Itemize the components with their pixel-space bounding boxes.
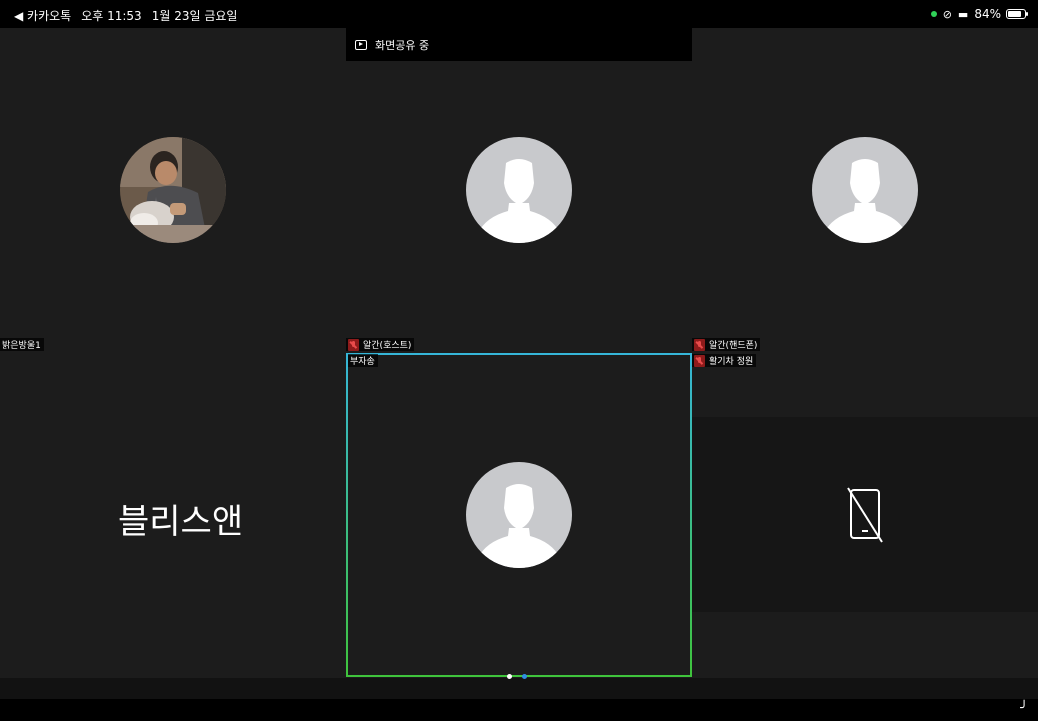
back-to-app-link[interactable]: ◀ 카카오톡 [14, 7, 71, 24]
participant-name: 활기차 정원 [709, 357, 754, 367]
link-icon: ⊘ [942, 7, 952, 21]
participant-name: 부자송 [350, 357, 375, 367]
participant-name-tag: 알간(핸드폰) [692, 338, 761, 351]
camera-in-use-indicator [930, 11, 937, 17]
status-bar: ◀ 카카오톡 오후 11:53 1월 23일 금요일 ⊘ ▬ 84% [0, 0, 1038, 28]
page-indicator[interactable] [507, 674, 537, 679]
mic-muted-icon [694, 354, 705, 367]
status-bar-right: ⊘ ▬ 84% [930, 7, 1028, 21]
participant-name-tag: 활기차 정원 [692, 354, 757, 367]
participant-name-tag: 밝은방울1 [0, 338, 44, 351]
participant-display-name: 블리스앤 [118, 502, 244, 542]
page-dot[interactable] [522, 674, 527, 679]
battery-level-fill [1008, 11, 1021, 17]
status-date: 1월 23일 금요일 [151, 9, 238, 23]
mic-muted-icon [694, 338, 705, 351]
corner-curve-icon: ╯ [1020, 701, 1028, 716]
participant-tile[interactable] [0, 28, 346, 353]
participant-name: 알간(핸드폰) [709, 341, 758, 351]
sleep-mode-icon: ▬ [957, 7, 969, 21]
active-speaker-border [346, 353, 692, 677]
screen-share-icon [355, 39, 367, 50]
page-dot[interactable] [507, 674, 512, 679]
mic-muted-icon [348, 338, 359, 351]
participant-name: 알간(호스트) [363, 341, 412, 351]
participant-tile[interactable] [692, 28, 1038, 353]
photo-avatar-image [120, 137, 226, 243]
battery-percent: 84% [974, 7, 1001, 21]
participant-tile[interactable] [692, 417, 1038, 612]
person-silhouette-icon [478, 159, 560, 243]
video-off-phone-icon [847, 487, 883, 543]
status-bar-left: ◀ 카카오톡 오후 11:53 1월 23일 금요일 [14, 7, 237, 24]
default-avatar [466, 137, 572, 243]
home-indicator-area [0, 699, 1038, 721]
participant-name: 밝은방울1 [2, 341, 41, 351]
participant-photo-avatar [120, 137, 226, 243]
default-avatar [812, 137, 918, 243]
battery-tip [1026, 12, 1028, 16]
participant-name-tag: 알간(호스트) [346, 338, 415, 351]
person-silhouette-icon [824, 159, 906, 243]
participant-name-tag: 부자송 [348, 354, 378, 367]
screen-share-banner[interactable]: 화면공유 중 [346, 28, 692, 61]
bottom-toolbar [0, 678, 1038, 699]
battery-icon [1006, 9, 1028, 19]
participant-tile[interactable]: 블리스앤 [0, 353, 346, 678]
screen-share-label: 화면공유 중 [375, 38, 430, 52]
participant-tile[interactable] [346, 61, 692, 353]
status-time: 오후 11:53 [81, 9, 142, 23]
